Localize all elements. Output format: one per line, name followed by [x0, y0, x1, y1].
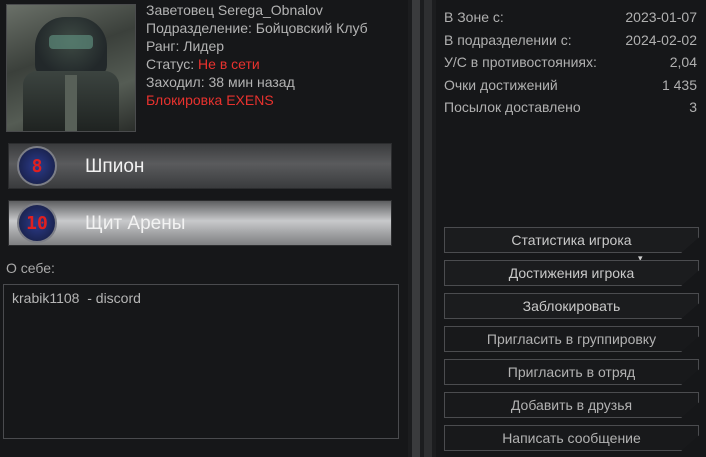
strap-shape [65, 75, 77, 131]
status-value: Не в сети [198, 56, 260, 72]
visor-shape [49, 35, 93, 49]
send-message-button[interactable]: Написать сообщение [444, 425, 699, 451]
player-stats-button[interactable]: Статистика игрока [444, 227, 699, 253]
player-last-visit: Заходил: 38 мин назад [146, 74, 295, 90]
stat-row: В подразделении с: 2024-02-02 [444, 29, 697, 52]
stat-value: 2023-01-07 [625, 9, 697, 25]
stats-panel: В Зоне с: 2023-01-07 В подразделении с: 20… [436, 0, 706, 457]
status-label: Статус: [146, 56, 199, 72]
panel-divider [408, 0, 436, 457]
badge-arena-shield[interactable]: 10 Щит Арены [8, 200, 392, 246]
about-textbox[interactable]: krabik1108 - discord [3, 284, 399, 439]
player-status: Статус: Не в сети [146, 55, 368, 73]
stat-value: 2024-02-02 [625, 31, 697, 48]
player-rank: Ранг: Лидер [146, 38, 225, 54]
scrollbar-track-secondary[interactable] [424, 0, 432, 457]
stat-label: В Зоне с: [444, 9, 504, 25]
stat-label: Очки достижений [444, 76, 558, 93]
player-achievements-button[interactable]: Достижения игрока [444, 260, 699, 286]
badge-level-icon: 8 [17, 146, 57, 186]
stat-row: У/С в противостояниях: 2,04 [444, 51, 697, 74]
stat-value: 2,04 [669, 54, 697, 70]
player-info: Заветовец Serega_Obnalov Подразделение: … [146, 1, 368, 109]
player-unit: Подразделение: Бойцовский Клуб [146, 20, 368, 36]
stat-label: В подразделении с: [444, 31, 572, 48]
about-text: krabik1108 - discord [12, 290, 141, 306]
stat-value: 1 435 [661, 76, 697, 93]
stat-label: У/С в противостояниях: [444, 54, 597, 70]
invite-group-button[interactable]: Пригласить в группировку [444, 326, 699, 352]
stat-value: 3 [689, 99, 697, 115]
stat-row: Очки достижений 1 435 [444, 74, 697, 97]
block-button[interactable]: Заблокировать [444, 293, 699, 319]
about-label: О себе: [6, 260, 55, 276]
add-friend-button[interactable]: Добавить в друзья [444, 392, 699, 418]
stat-row: В Зоне с: 2023-01-07 [444, 6, 697, 29]
invite-squad-button[interactable]: Пригласить в отряд [444, 359, 699, 385]
badge-title: Щит Арены [85, 213, 186, 234]
player-name: Заветовец Serega_Obnalov [146, 2, 323, 18]
player-avatar [6, 4, 136, 132]
stat-row: Посылок доставлено 3 [444, 96, 697, 119]
badge-title: Шпион [85, 156, 145, 177]
profile-panel: Заветовец Serega_Obnalov Подразделение: … [0, 0, 408, 457]
scrollbar-track[interactable] [412, 0, 420, 457]
badge-spy[interactable]: 8 Шпион [8, 143, 392, 189]
stats-list: В Зоне с: 2023-01-07 В подразделении с: 20… [444, 6, 697, 119]
player-block-status: Блокировка EXENS [146, 92, 274, 108]
badge-level-icon: 10 [17, 203, 57, 243]
stat-label: Посылок доставлено [444, 99, 581, 115]
